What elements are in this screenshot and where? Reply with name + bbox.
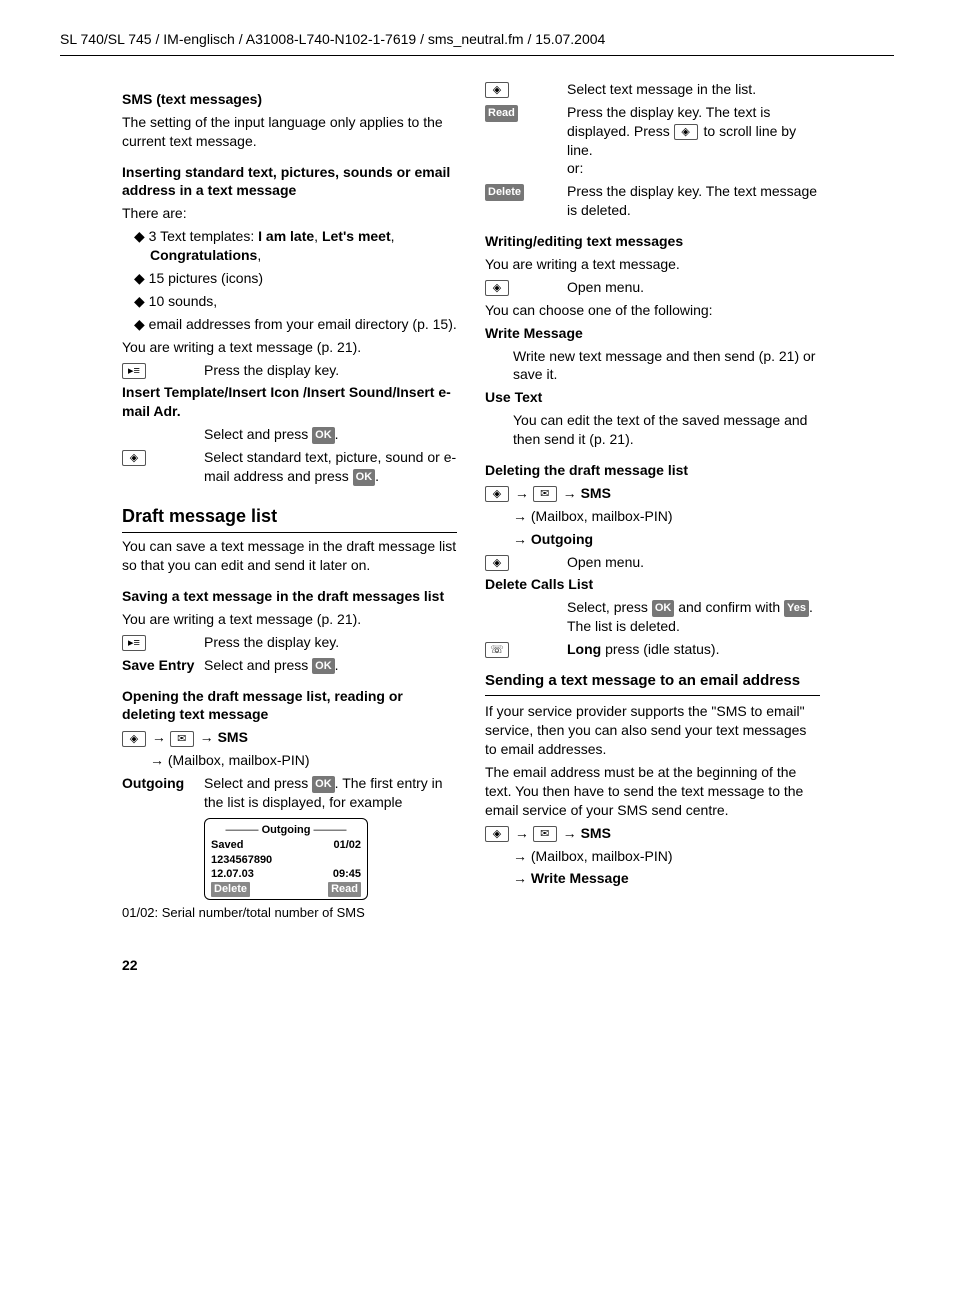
writing-note-2: You are writing a text message (p. 21). [122,610,457,629]
envelope-icon: ✉ [533,826,557,842]
delete-calls-list-label: Delete Calls List [485,575,820,594]
page-number: 22 [122,956,894,975]
save-entry-label: Save Entry [122,656,204,675]
draft-intro: You can save a text message in the draft… [122,537,457,575]
envelope-icon: ✉ [170,731,194,747]
nav-icon: ◈ [485,280,509,296]
select-msg: Select text message in the list. [567,80,820,99]
ok-pill: OK [312,658,335,675]
delete-desc: Press the display key. The text message … [567,182,820,220]
use-text-label: Use Text [485,388,820,407]
read-pill: Read [485,105,518,122]
hangup-icon: ☏ [485,642,509,658]
column-right: ◈ Select text message in the list. Read … [485,76,820,926]
nav-icon: ◈ [122,731,146,747]
heading-deleting-draft: Deleting the draft message list [485,461,820,480]
nav-icon: ◈ [485,555,509,571]
write-message-label: Write Message [485,324,820,343]
intro-text: The setting of the input language only a… [122,113,457,151]
ok-pill: OK [312,776,335,793]
display-caption: 01/02: Serial number/total number of SMS [122,904,457,922]
there-are: There are: [122,204,457,223]
menu-key-icon: ▸≡ [122,363,146,379]
heading-saving: Saving a text message in the draft messa… [122,587,457,606]
nav-icon: ◈ [122,450,146,466]
insert-options: Insert Template/Insert Icon /Insert Soun… [122,383,457,421]
menu-key-icon: ▸≡ [122,635,146,651]
heading-opening: Opening the draft message list, reading … [122,687,457,725]
nav-icon: ◈ [674,124,698,140]
section-title: SMS (text messages) [122,90,457,109]
column-left: SMS (text messages) The setting of the i… [122,76,457,926]
delete-pill: Delete [485,184,524,201]
press-display-key: Press the display key. [204,361,457,380]
phone-display-mock: Outgoing Saved01/02 1234567890 12.07.030… [204,818,368,900]
bullet-list: 3 Text templates: I am late, Let's meet,… [122,227,457,333]
heading-inserting: Inserting standard text, pictures, sound… [122,163,457,201]
envelope-icon: ✉ [533,486,557,502]
nav-icon: ◈ [485,486,509,502]
writing-note: You are writing a text message (p. 21). [122,338,457,357]
outgoing-label: Outgoing [122,774,204,812]
heading-draft-list: Draft message list [122,504,457,533]
nav-icon: ◈ [485,826,509,842]
heading-email: Sending a text message to an email addre… [485,671,820,691]
doc-header: SL 740/SL 745 / IM-englisch / A31008-L74… [60,30,894,56]
mailbox-step: (Mailbox, mailbox-PIN) [150,751,457,770]
nav-icon: ◈ [485,82,509,98]
heading-writing: Writing/editing text messages [485,232,820,251]
ok-pill: OK [353,469,376,486]
ok-pill: OK [312,427,335,444]
